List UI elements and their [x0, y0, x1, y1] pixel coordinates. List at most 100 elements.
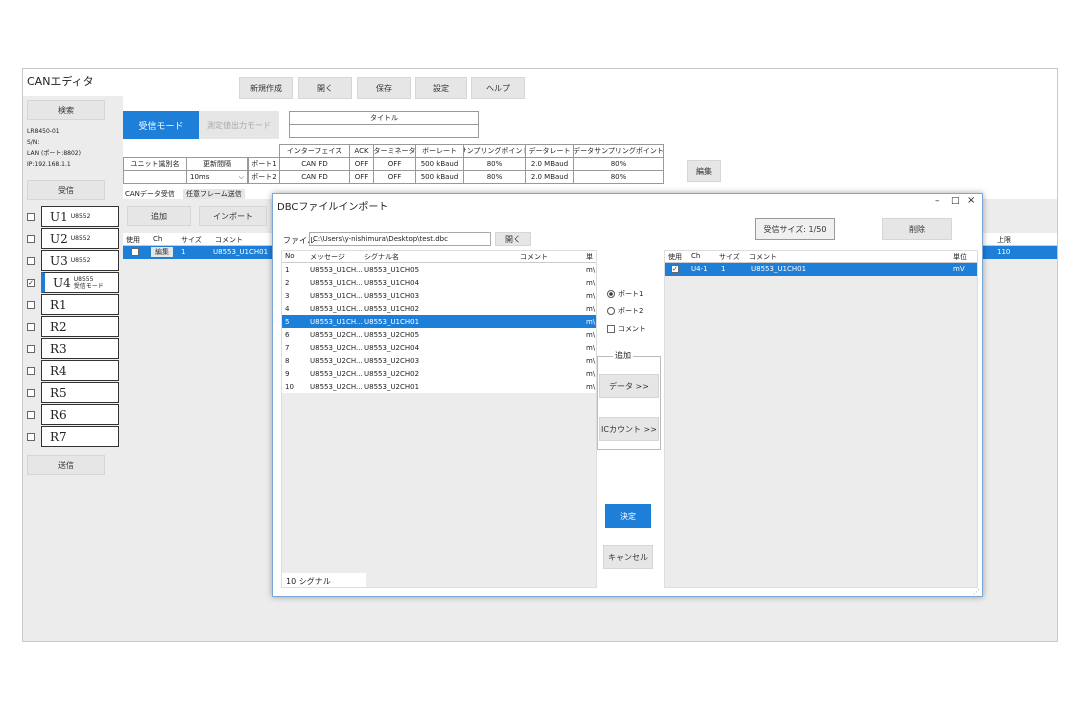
file-open-button[interactable]: 開く [495, 232, 531, 246]
receive-list-header: 使用 Ch サイズ コメント 単位 [665, 251, 977, 263]
unit-item-u4[interactable]: ✓ U4 U8555 受信モード [27, 272, 119, 293]
signal-no: 7 [285, 343, 290, 352]
row-unit: mV [953, 265, 965, 273]
new-button[interactable]: 新規作成 [239, 77, 293, 99]
unit-button[interactable]: U2 U8552 [41, 228, 119, 249]
ok-button[interactable]: 決定 [605, 504, 651, 528]
unit-item-u2[interactable]: U2 U8552 [27, 228, 119, 249]
unit-checkbox[interactable] [27, 389, 35, 397]
radio-icon [607, 307, 615, 315]
unit-button[interactable]: R1 [41, 294, 119, 315]
unit-button[interactable]: R7 [41, 426, 119, 447]
unit-id-input[interactable] [123, 170, 187, 184]
maximize-icon[interactable]: □ [951, 196, 960, 206]
file-path-input[interactable]: C:\Users\y-nishimura\Desktop\test.dbc [309, 232, 491, 246]
title-input[interactable] [289, 124, 479, 138]
use-checkbox[interactable] [131, 248, 139, 256]
receive-list-row[interactable]: ✓ U4-1 1 U8553_U1CH01 mV [665, 263, 977, 276]
unit-button[interactable]: R4 [41, 360, 119, 381]
receive-size-button[interactable]: 受信サイズ: 1/50 [755, 218, 835, 240]
unit-item-r5[interactable]: R5 [27, 382, 119, 403]
interval-select[interactable]: 10ms ⌵ [186, 170, 248, 184]
unit-checkbox[interactable] [27, 367, 35, 375]
signal-name: U8553_U2CH05 [364, 330, 420, 339]
unit-checkbox[interactable] [27, 213, 35, 221]
search-button[interactable]: 検索 [27, 100, 105, 120]
cancel-button[interactable]: キャンセル [603, 545, 653, 569]
signal-row[interactable]: 4 U8553_U1CH... U8553_U1CH02 m\ [282, 302, 596, 315]
tab-receive-mode[interactable]: 受信モード [123, 111, 199, 139]
signal-row[interactable]: 7 U8553_U2CH... U8553_U2CH04 m\ [282, 341, 596, 354]
port-edit-button[interactable]: 編集 [687, 160, 721, 182]
port-cell: 500 kBaud [415, 170, 464, 184]
unit-button[interactable]: U3 U8552 [41, 250, 119, 271]
settings-button[interactable]: 設定 [415, 77, 467, 99]
send-button[interactable]: 送信 [27, 455, 105, 475]
device-serial: S/N: [27, 139, 40, 146]
port1-radio[interactable]: ポート1 [607, 289, 643, 299]
delete-button[interactable]: 削除 [882, 218, 952, 240]
unit-item-r6[interactable]: R6 [27, 404, 119, 425]
close-icon[interactable]: × [967, 195, 975, 206]
header-use: 使用 [668, 253, 682, 261]
signal-unit: m\ [586, 356, 596, 365]
unit-button[interactable]: R6 [41, 404, 119, 425]
port2-radio[interactable]: ポート2 [607, 306, 643, 316]
unit-button[interactable]: R2 [41, 316, 119, 337]
counter-add-button[interactable]: ICカウント >> [599, 417, 659, 441]
unit-item-r2[interactable]: R2 [27, 316, 119, 337]
data-add-button[interactable]: データ >> [599, 374, 659, 398]
unit-item-r3[interactable]: R3 [27, 338, 119, 359]
use-checkbox[interactable]: ✓ [671, 265, 679, 273]
unit-item-u3[interactable]: U3 U8552 [27, 250, 119, 271]
unit-item-u1[interactable]: U1 U8552 [27, 206, 119, 227]
unit-checkbox[interactable] [27, 235, 35, 243]
unit-checkbox[interactable]: ✓ [27, 279, 35, 287]
unit-item-r1[interactable]: R1 [27, 294, 119, 315]
unit-checkbox[interactable] [27, 301, 35, 309]
receive-button[interactable]: 受信 [27, 180, 105, 200]
signal-unit: m\ [586, 265, 596, 274]
save-button[interactable]: 保存 [357, 77, 411, 99]
tab-can-data-receive[interactable]: CANデータ受信 [125, 189, 175, 199]
resize-grip-icon[interactable]: ⋰ [973, 588, 980, 596]
signal-row[interactable]: 10 U8553_U2CH... U8553_U2CH01 m\ [282, 380, 596, 393]
signal-row[interactable]: 3 U8553_U1CH... U8553_U1CH03 m\ [282, 289, 596, 302]
unit-item-r4[interactable]: R4 [27, 360, 119, 381]
add-group-label: 追加 [613, 350, 633, 361]
signal-no: 4 [285, 304, 290, 313]
help-button[interactable]: ヘルプ [471, 77, 525, 99]
signal-unit: m\ [586, 304, 596, 313]
comment-checkbox[interactable]: コメント [607, 324, 646, 334]
signal-row[interactable]: 8 U8553_U2CH... U8553_U2CH03 m\ [282, 354, 596, 367]
unit-checkbox[interactable] [27, 345, 35, 353]
row-edit-button[interactable]: 編集 [151, 247, 173, 257]
signal-unit: m\ [586, 291, 596, 300]
unit-checkbox[interactable] [27, 323, 35, 331]
unit-checkbox[interactable] [27, 433, 35, 441]
signal-row[interactable]: 2 U8553_U1CH... U8553_U1CH04 m\ [282, 276, 596, 289]
add-button[interactable]: 追加 [127, 206, 191, 226]
signal-row[interactable]: 1 U8553_U1CH... U8553_U1CH05 m\ [282, 263, 596, 276]
row-ch: 1 [181, 248, 186, 256]
import-button[interactable]: インポート [199, 206, 267, 226]
port-cell: 80% [573, 170, 664, 184]
signal-row[interactable]: 9 U8553_U2CH... U8553_U2CH02 m\ [282, 367, 596, 380]
unit-button[interactable]: U4 U8555 受信モード [41, 272, 119, 293]
port-cell: CAN FD [279, 170, 350, 184]
tab-measure-output-mode[interactable]: 測定値出力モード [199, 111, 279, 139]
device-ip: IP:192.168.1.1 [27, 161, 71, 168]
signal-name: U8553_U1CH02 [364, 304, 420, 313]
signal-row[interactable]: 6 U8553_U2CH... U8553_U2CH05 m\ [282, 328, 596, 341]
unit-checkbox[interactable] [27, 411, 35, 419]
signal-row[interactable]: 5 U8553_U1CH... U8553_U1CH01 m\ [282, 315, 596, 328]
open-button[interactable]: 開く [298, 77, 352, 99]
unit-item-r7[interactable]: R7 [27, 426, 119, 447]
unit-button[interactable]: R5 [41, 382, 119, 403]
unit-button[interactable]: R3 [41, 338, 119, 359]
unit-button[interactable]: U1 U8552 [41, 206, 119, 227]
unit-checkbox[interactable] [27, 257, 35, 265]
port-cell: CAN FD [279, 157, 350, 171]
tab-frame-send[interactable]: 任意フレーム送信 [183, 189, 245, 199]
minimize-icon[interactable]: – [935, 196, 940, 206]
